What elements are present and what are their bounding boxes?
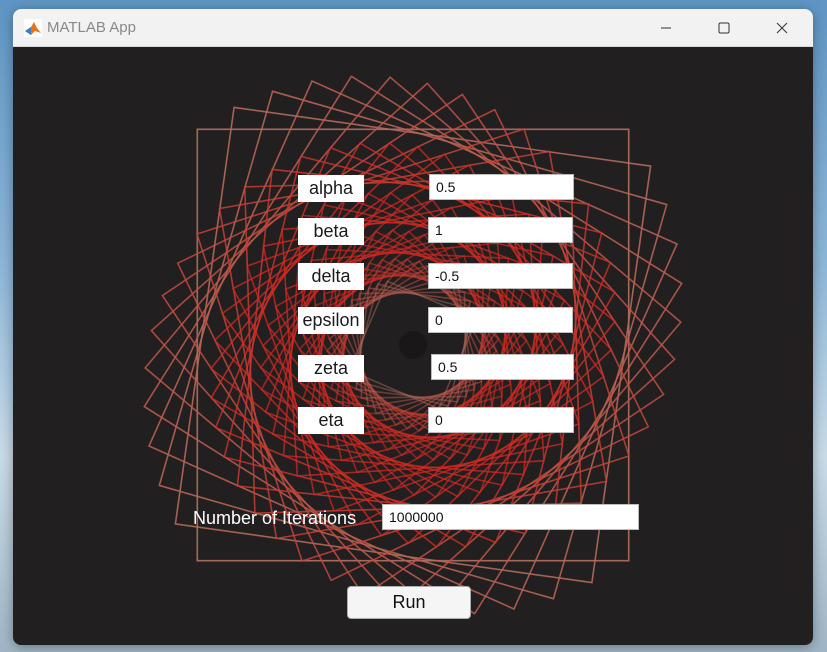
beta-field[interactable] bbox=[428, 217, 573, 243]
maximize-icon bbox=[718, 22, 730, 33]
minimize-button[interactable] bbox=[643, 9, 689, 46]
spiral-plot bbox=[143, 75, 683, 615]
epsilon-label: epsilon bbox=[298, 307, 364, 334]
spiral-center bbox=[399, 331, 427, 359]
app-window: MATLAB App alpha beta delta epsilon zeta… bbox=[13, 9, 813, 645]
alpha-field[interactable] bbox=[429, 174, 574, 200]
zeta-field[interactable] bbox=[431, 354, 574, 380]
eta-label: eta bbox=[298, 407, 364, 434]
beta-label: beta bbox=[298, 218, 364, 245]
window-title: MATLAB App bbox=[47, 19, 136, 36]
close-icon bbox=[776, 22, 788, 33]
alpha-label: alpha bbox=[298, 175, 364, 202]
title-bar[interactable]: MATLAB App bbox=[13, 9, 813, 47]
epsilon-field[interactable] bbox=[428, 307, 573, 333]
maximize-button[interactable] bbox=[701, 9, 747, 46]
zeta-label: zeta bbox=[298, 355, 364, 382]
minimize-icon bbox=[661, 27, 671, 28]
run-button[interactable]: Run bbox=[347, 586, 471, 619]
delta-label: delta bbox=[298, 263, 364, 290]
matlab-logo-icon bbox=[24, 19, 42, 37]
eta-field[interactable] bbox=[428, 407, 574, 433]
delta-field[interactable] bbox=[428, 263, 573, 289]
iterations-label: Number of Iterations bbox=[193, 508, 357, 528]
iterations-field[interactable] bbox=[382, 504, 639, 530]
plot-area: alpha beta delta epsilon zeta eta Number… bbox=[13, 46, 813, 645]
close-button[interactable] bbox=[759, 9, 805, 46]
